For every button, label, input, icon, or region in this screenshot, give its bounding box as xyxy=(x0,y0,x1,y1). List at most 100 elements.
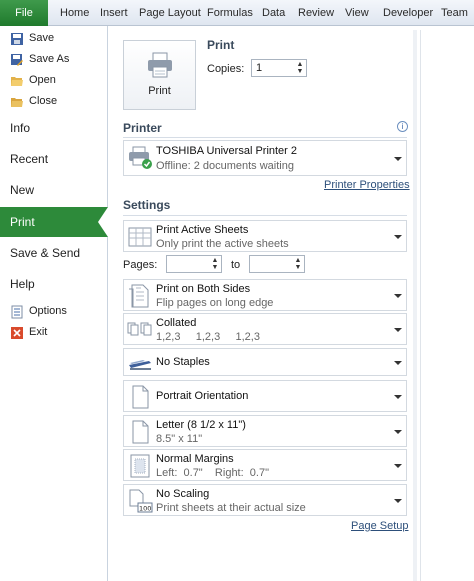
options-command[interactable]: Options xyxy=(0,302,108,322)
open-command[interactable]: Open xyxy=(0,71,108,91)
nav-item-help[interactable]: Help xyxy=(0,269,108,299)
tab-formulas[interactable]: Formulas xyxy=(207,0,253,26)
duplex-dropdown[interactable]: Print on Both Sides Flip pages on long e… xyxy=(123,279,407,311)
scaling-subtitle: Print sheets at their actual size xyxy=(156,502,306,514)
collated-icon xyxy=(127,322,152,336)
margins-title: Normal Margins xyxy=(156,453,234,465)
copies-label: Copies: xyxy=(207,63,245,75)
orientation-dropdown[interactable]: Portrait Orientation xyxy=(123,380,407,412)
print-what-subtitle: Only print the active sheets xyxy=(156,238,289,250)
exit-label: Exit xyxy=(29,326,48,338)
save-as-command[interactable]: Save As xyxy=(0,50,108,70)
tab-insert[interactable]: Insert xyxy=(100,0,128,26)
scaling-title: No Scaling xyxy=(156,488,210,500)
printer-status-icon xyxy=(129,146,152,169)
copies-stepper[interactable]: 1 ▲ ▼ xyxy=(251,59,307,77)
close-command[interactable]: Close xyxy=(0,92,108,112)
collation-dropdown[interactable]: Collated 1,2,3 1,2,3 1,2,3 xyxy=(123,313,407,345)
nav-item-save-send[interactable]: Save & Send xyxy=(0,238,108,268)
spin-down-icon[interactable]: ▼ xyxy=(294,264,302,272)
print-section-title: Print xyxy=(207,38,235,52)
pages-from-stepper[interactable]: ▲ ▼ xyxy=(166,255,222,273)
settings-scrollbar[interactable] xyxy=(413,30,417,581)
duplex-icon xyxy=(129,284,149,308)
chevron-down-icon xyxy=(394,464,402,468)
chevron-down-icon xyxy=(394,294,402,298)
pages-label: Pages: xyxy=(123,259,158,271)
printer-name: TOSHIBA Universal Printer 2 xyxy=(156,145,298,157)
pages-to-stepper[interactable]: ▲ ▼ xyxy=(249,255,305,273)
tab-view[interactable]: View xyxy=(345,0,369,26)
paper-size-title: Letter (8 1/2 x 11") xyxy=(156,419,246,431)
chevron-down-icon xyxy=(394,430,402,434)
spin-down-icon[interactable]: ▼ xyxy=(296,68,304,76)
scaling-dropdown[interactable]: 100 No Scaling Print sheets at their act… xyxy=(123,484,407,516)
portrait-icon xyxy=(132,385,149,409)
printer-divider xyxy=(123,137,407,138)
tab-developer[interactable]: Developer xyxy=(383,0,433,26)
duplex-subtitle: Flip pages on long edge xyxy=(156,297,274,309)
save-icon xyxy=(11,33,23,45)
tab-page-layout[interactable]: Page Layout xyxy=(139,0,201,26)
printer-status: Offline: 2 documents waiting xyxy=(156,160,294,172)
nav-item-recent[interactable]: Recent xyxy=(0,144,108,174)
pages-to-label: to xyxy=(231,259,241,271)
tab-data[interactable]: Data xyxy=(262,0,285,26)
close-label: Close xyxy=(29,95,58,107)
printer-properties-link[interactable]: Printer Properties xyxy=(324,179,410,191)
printer-icon xyxy=(148,52,172,78)
settings-divider xyxy=(123,215,407,216)
chevron-down-icon xyxy=(394,499,402,503)
exit-icon xyxy=(11,327,23,339)
exit-command[interactable]: Exit xyxy=(0,323,108,343)
printer-dropdown[interactable]: TOSHIBA Universal Printer 2 Offline: 2 d… xyxy=(123,140,407,176)
paper-size-icon xyxy=(132,420,149,444)
printer-section-title: Printer xyxy=(123,121,162,135)
chevron-down-icon xyxy=(394,361,402,365)
print-button[interactable]: Print xyxy=(123,40,196,110)
margins-dropdown[interactable]: Normal Margins Left: 0.7" Right: 0.7" xyxy=(123,449,407,481)
copies-value: 1 xyxy=(256,62,263,74)
tab-team[interactable]: Team xyxy=(441,0,468,26)
print-button-label: Print xyxy=(148,85,171,97)
chevron-down-icon xyxy=(394,235,402,239)
margins-icon xyxy=(130,454,150,478)
file-tab[interactable]: File xyxy=(0,0,48,26)
backstage-nav: Save Save As Open Close Info Recent New … xyxy=(0,26,108,581)
staples-dropdown[interactable]: No Staples xyxy=(123,348,407,376)
open-folder-icon xyxy=(11,77,23,86)
save-as-icon xyxy=(11,54,23,66)
page-setup-link[interactable]: Page Setup xyxy=(351,520,409,532)
paper-size-dropdown[interactable]: Letter (8 1/2 x 11") 8.5" x 11" xyxy=(123,415,407,447)
paper-size-subtitle: 8.5" x 11" xyxy=(156,433,203,445)
svg-text:100: 100 xyxy=(139,505,151,513)
chevron-down-icon xyxy=(394,157,402,161)
spin-down-icon[interactable]: ▼ xyxy=(211,264,219,272)
margins-subtitle: Left: 0.7" Right: 0.7" xyxy=(156,467,269,479)
collation-subtitle: 1,2,3 1,2,3 1,2,3 xyxy=(156,331,260,343)
nav-item-print[interactable]: Print xyxy=(0,207,108,237)
sheets-icon xyxy=(128,227,152,247)
chevron-down-icon xyxy=(394,395,402,399)
orientation-title: Portrait Orientation xyxy=(156,390,249,402)
print-preview-area xyxy=(420,30,474,581)
print-what-dropdown[interactable]: Print Active Sheets Only print the activ… xyxy=(123,220,407,252)
open-label: Open xyxy=(29,74,56,86)
save-label: Save xyxy=(29,32,55,44)
duplex-title: Print on Both Sides xyxy=(156,283,251,295)
ribbon-tab-bar: File Home Insert Page Layout Formulas Da… xyxy=(0,0,474,26)
info-icon[interactable]: i xyxy=(397,121,408,132)
options-icon xyxy=(11,305,23,319)
print-what-title: Print Active Sheets xyxy=(156,224,249,236)
collation-title: Collated xyxy=(156,317,197,329)
nav-item-info[interactable]: Info xyxy=(0,113,108,143)
staples-title: No Staples xyxy=(156,356,210,368)
tab-review[interactable]: Review xyxy=(298,0,334,26)
settings-section-title: Settings xyxy=(123,198,171,212)
nav-item-new[interactable]: New xyxy=(0,175,108,205)
tab-home[interactable]: Home xyxy=(60,0,89,26)
save-as-label: Save As xyxy=(29,53,70,65)
stapler-icon xyxy=(129,360,151,370)
scaling-icon: 100 xyxy=(129,489,153,513)
save-command[interactable]: Save xyxy=(0,29,108,49)
